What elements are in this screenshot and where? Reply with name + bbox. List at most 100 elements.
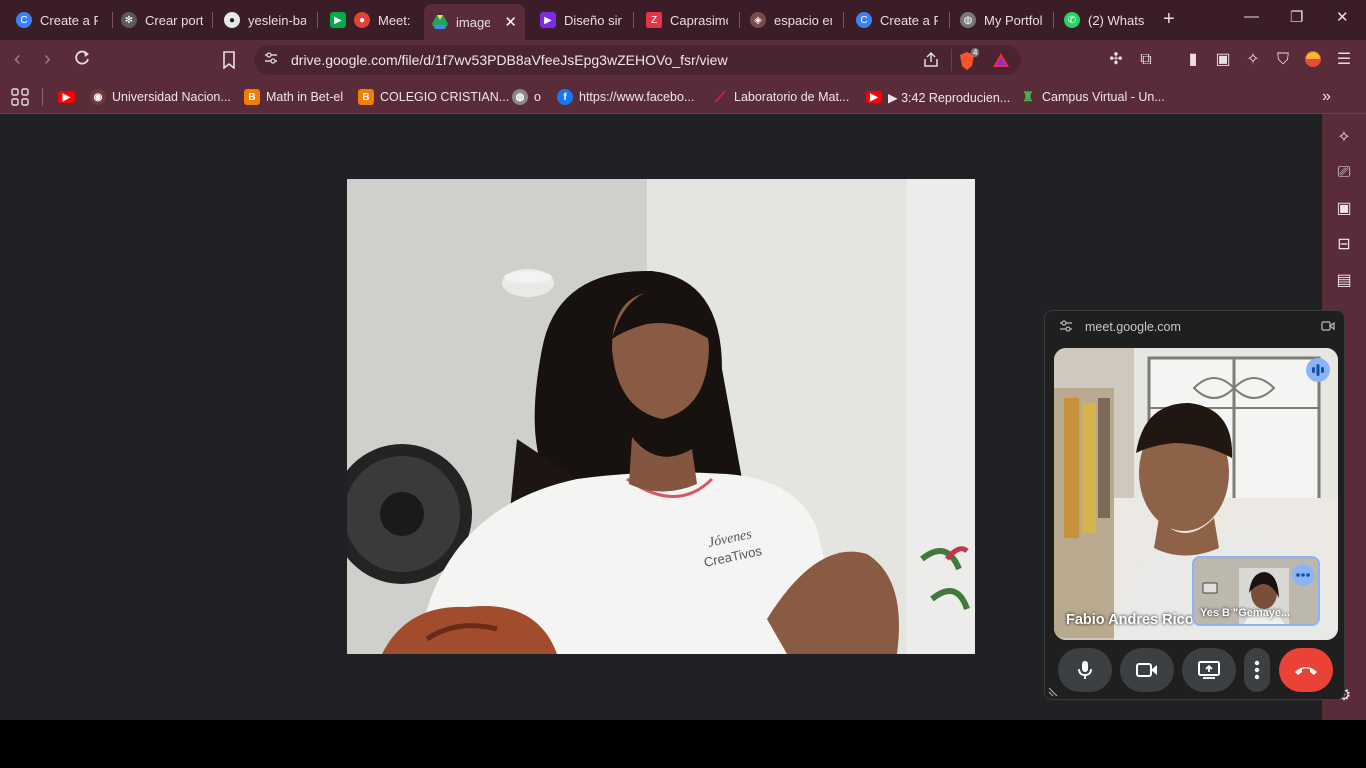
browser-toolbar: ‹ › drive.google.com/file/d/1f7wv53PDB8a… [0, 40, 1366, 80]
tab-caprasimo[interactable]: Z Caprasimo [638, 4, 738, 36]
present-button[interactable] [1182, 648, 1236, 692]
more-bookmarks-icon[interactable]: » [1322, 87, 1331, 107]
bookmark-reproduciendo[interactable]: ▶ ▶ 3:42 Reproducien... [866, 87, 1010, 107]
recording-icon: ● [354, 12, 370, 28]
main-participant-name: Fabio Andres Rico [1066, 612, 1194, 628]
tab-my-portfolio[interactable]: ◍ My Portfol [952, 4, 1052, 36]
resize-handle-icon[interactable] [1048, 687, 1058, 697]
site-settings-icon [265, 52, 277, 64]
camera-icon [1136, 663, 1157, 677]
wallet-sidebar-icon[interactable]: ▣ [1334, 199, 1354, 219]
new-tab-button[interactable]: + [1163, 8, 1175, 31]
tab-whatsapp[interactable]: ✆ (2) Whats [1056, 4, 1156, 36]
wallet-icon[interactable]: ▣ [1213, 50, 1233, 70]
drive-icon [432, 14, 448, 30]
site-settings-icon[interactable] [1059, 320, 1073, 332]
bookmark-o[interactable]: ◍ o [512, 87, 541, 107]
leave-call-button[interactable] [1279, 648, 1333, 692]
viewed-image: Jóvenes CreaTivos [347, 179, 975, 654]
tab-crear-port[interactable]: ✻ Crear port [113, 4, 213, 36]
address-bar[interactable]: drive.google.com/file/d/1f7wv53PDB8aVfee… [254, 45, 1021, 75]
reload-icon [75, 50, 89, 65]
menu-icon[interactable]: ☰ [1334, 50, 1354, 70]
meet-pip-window: meet.google.com Fabio Andres Rico Yes B … [1044, 310, 1345, 700]
portrait-photo: Jóvenes CreaTivos [347, 179, 975, 654]
bookmark-math-in-bet-el[interactable]: B Math in Bet-el [244, 87, 343, 107]
canva-icon: ▶ [540, 12, 556, 28]
forward-button[interactable]: › [44, 48, 51, 70]
more-options-button[interactable] [1244, 648, 1270, 692]
bookmarks-sidebar-icon[interactable]: ⊟ [1334, 235, 1354, 255]
profile-icon[interactable] [1303, 50, 1323, 70]
bookmark-facebook[interactable]: f https://www.facebo... [557, 87, 694, 107]
extensions-icon[interactable]: ✣ [1106, 50, 1126, 70]
pip-header[interactable]: meet.google.com [1045, 311, 1344, 341]
bookmark-colegio[interactable]: B COLEGIO CRISTIAN... [358, 87, 509, 107]
back-button[interactable]: ‹ [14, 48, 21, 70]
more-vert-icon [1254, 660, 1260, 680]
reading-list-icon[interactable]: ▤ [1334, 271, 1354, 291]
bookmark-campus-virtual[interactable]: ♜ Campus Virtual - Un... [1020, 87, 1165, 107]
tab-meet[interactable]: ▶ ● Meet: [322, 4, 422, 36]
brave-rewards-icon[interactable] [992, 52, 1010, 68]
bookmark-youtube[interactable]: ▶ [58, 87, 75, 107]
globe-icon: ◍ [512, 89, 528, 105]
restore-button[interactable]: ❐ [1290, 8, 1303, 26]
url-text: drive.google.com/file/d/1f7wv53PDB8aVfee… [291, 52, 728, 68]
leo-sidebar-icon[interactable]: ✧ [1334, 128, 1354, 148]
tab-search-icon[interactable]: ⧉ [1136, 50, 1156, 70]
mic-icon [1078, 661, 1092, 679]
close-tab-icon[interactable]: ✕ [504, 13, 517, 31]
university-icon: ◉ [90, 89, 106, 105]
tab-image-drive[interactable]: image ✕ [424, 4, 525, 40]
github-icon: ● [224, 12, 240, 28]
present-screen-icon [1198, 661, 1220, 679]
leo-ai-icon[interactable]: ✧ [1243, 50, 1263, 70]
meet-icon: ▶ [330, 12, 346, 28]
bookmark-universidad[interactable]: ◉ Universidad Nacion... [90, 87, 231, 107]
youtube-icon: ▶ [866, 91, 882, 103]
minimize-button[interactable]: — [1244, 8, 1259, 25]
create-icon: C [856, 12, 872, 28]
talk-icon[interactable]: ⎚ [1334, 163, 1354, 183]
tab-create-a-p[interactable]: C Create a P [8, 4, 113, 36]
tab-diseno[interactable]: ▶ Diseño sin [532, 4, 632, 36]
close-window-button[interactable]: ✕ [1336, 8, 1349, 26]
whatsapp-icon: ✆ [1064, 12, 1080, 28]
camera-button[interactable] [1120, 648, 1174, 692]
speaking-indicator-icon [1306, 358, 1330, 382]
hang-up-icon [1295, 667, 1317, 675]
shields-count-badge: 4 [971, 48, 980, 57]
tab-espacio[interactable]: ◈ espacio en [742, 4, 842, 36]
self-view-name: Yes B "Gemaye... [1200, 607, 1291, 619]
blogger-icon: B [358, 89, 374, 105]
wand-icon: ⟋ [715, 88, 725, 105]
brave-icon: ◈ [750, 12, 766, 28]
facebook-icon: f [557, 89, 573, 105]
globe-icon: ◍ [960, 12, 976, 28]
bookmark-icon [223, 51, 235, 70]
bookmarks-bar: ▶ ◉ Universidad Nacion... B Math in Bet-… [0, 80, 1366, 114]
main-participant-video: Fabio Andres Rico Yes B "Gemaye... [1054, 348, 1338, 640]
create-icon: C [16, 12, 32, 28]
bottom-black-bar [0, 720, 1366, 768]
reload-button[interactable] [72, 48, 92, 73]
tab-strip: C Create a P ✻ Crear port ● yeslein-ba ▶… [0, 0, 1366, 40]
mic-button[interactable] [1058, 648, 1112, 692]
font-icon: Z [646, 12, 662, 28]
bookmark-laboratorio[interactable]: ⟋ Laboratorio de Mat... [712, 87, 849, 107]
tab-github[interactable]: ● yeslein-ba [216, 4, 316, 36]
self-view-tile[interactable]: Yes B "Gemaye... [1192, 556, 1320, 626]
youtube-icon: ▶ [58, 91, 75, 103]
blogger-icon: B [244, 89, 260, 105]
self-view-frame-icon [1202, 582, 1218, 594]
chatgpt-icon: ✻ [121, 12, 137, 28]
vpn-shield-icon[interactable]: ⛉ [1273, 50, 1293, 70]
bookmark-button[interactable] [221, 51, 237, 74]
apps-icon[interactable] [11, 87, 29, 107]
share-icon[interactable] [922, 51, 940, 69]
self-view-more-icon[interactable] [1292, 564, 1314, 586]
sidebar-toggle-icon[interactable]: ▮ [1183, 50, 1203, 70]
pip-domain: meet.google.com [1085, 320, 1181, 334]
tab-create-a-p-2[interactable]: C Create a P [848, 4, 948, 36]
